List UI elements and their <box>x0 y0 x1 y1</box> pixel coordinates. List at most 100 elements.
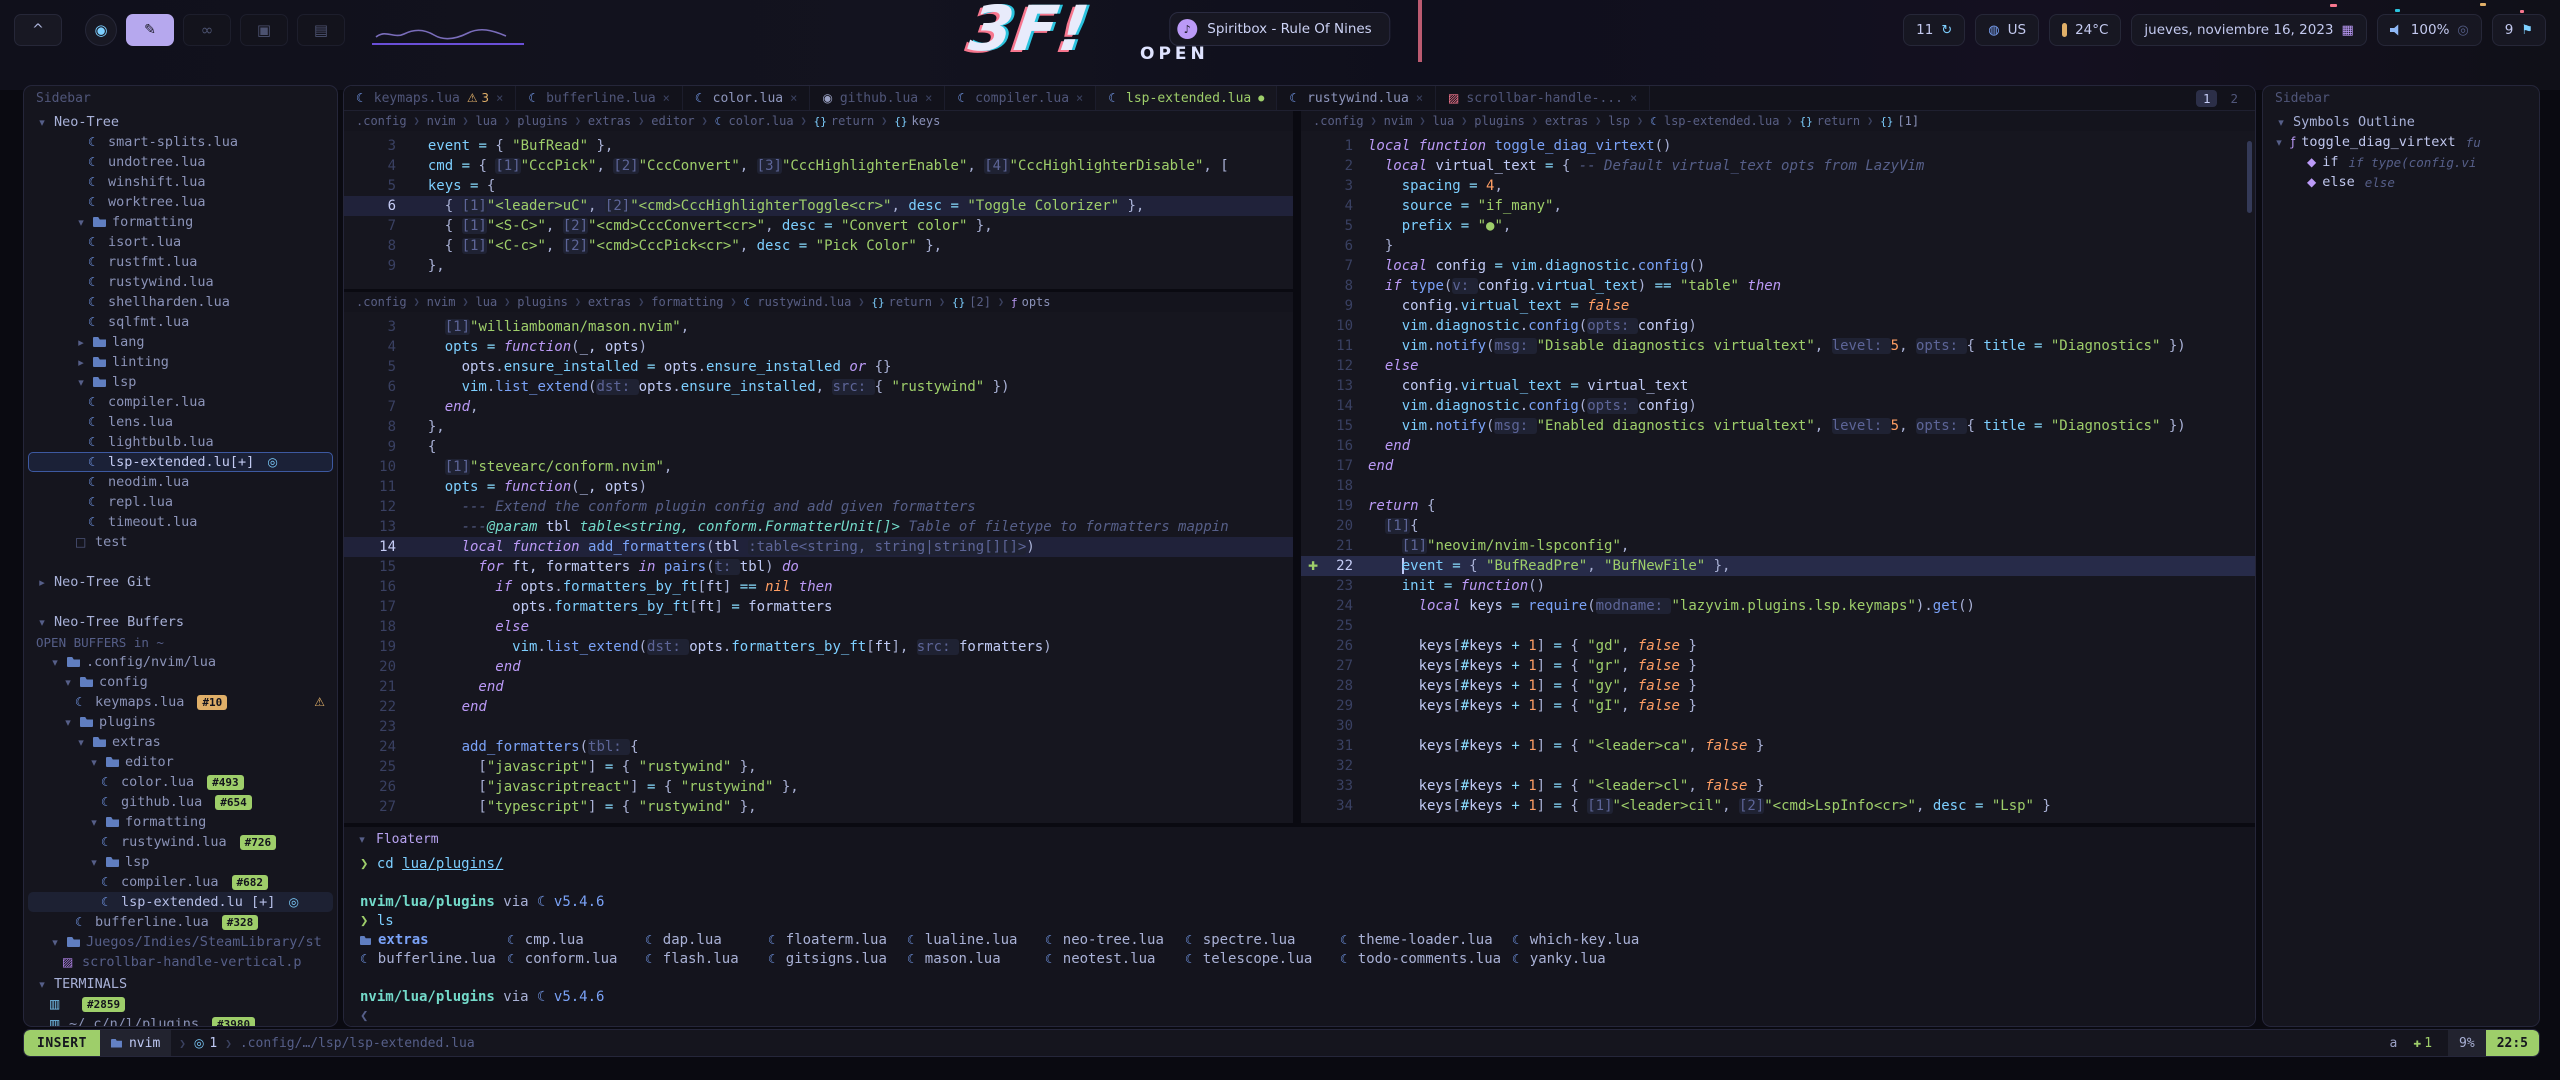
tree-folder-formatting[interactable]: ▾formatting <box>28 812 333 832</box>
sidebar-section-neo-tree-git[interactable]: ▸Neo-Tree Git <box>28 572 333 592</box>
code-line-16[interactable]: 16 if opts.formatters_by_ft[ft] == nil t… <box>344 577 1293 597</box>
breadcrumb-segment[interactable]: plugins <box>517 114 568 128</box>
code-area[interactable]: 1local function toggle_diag_virtext()2 l… <box>1301 131 2255 823</box>
tree-file-lsp-extended-lu-[interactable]: ☾lsp-extended.lu[+]◎ <box>28 452 333 472</box>
tree-file-sqlfmt-lua[interactable]: ☾sqlfmt.lua <box>28 312 333 332</box>
file-button[interactable]: ▤ <box>297 14 345 46</box>
breadcrumb-segment[interactable]: lua <box>1433 114 1455 128</box>
breadcrumb-segment[interactable]: {}return <box>1799 114 1860 128</box>
tree-file-lsp-extended-lu-[interactable]: ☾lsp-extended.lu [+]◎ <box>28 892 333 912</box>
breadcrumb-segment[interactable]: {}return <box>814 114 875 128</box>
code-area[interactable]: 3 [1]"williamboman/mason.nvim",4 opts = … <box>344 312 1293 823</box>
tree-folder-lang[interactable]: ▸lang <box>28 332 333 352</box>
breadcrumb-segment[interactable]: lua <box>476 114 498 128</box>
code-line-12[interactable]: 12 --- Extend the conform plugin config … <box>344 497 1293 517</box>
breadcrumb-segment[interactable]: {}[1] <box>1880 114 1919 128</box>
tabpage-2[interactable]: 2 <box>2223 90 2245 107</box>
outline-item-else[interactable]: ◆elseelse <box>2263 172 2539 192</box>
code-line-6[interactable]: 6 { [1]"<leader>uC", [2]"<cmd>CccHighlig… <box>344 196 1293 216</box>
window-separator[interactable] <box>1293 111 1301 823</box>
breadcrumb-segment[interactable]: .config <box>356 295 407 309</box>
tree-file-compiler-lua[interactable]: ☾compiler.lua <box>28 392 333 412</box>
os-logo-button[interactable]: ◉ <box>85 14 117 46</box>
code-line-25[interactable]: 25 <box>1301 616 2255 636</box>
tree-folder-extras[interactable]: ▾extras <box>28 732 333 752</box>
code-line-26[interactable]: 26 ["javascriptreact"] = { "rustywind" }… <box>344 777 1293 797</box>
breadcrumb-segment[interactable]: lua <box>476 295 498 309</box>
code-line-25[interactable]: 25 ["javascript"] = { "rustywind" }, <box>344 757 1293 777</box>
sidebar-section-neo-tree[interactable]: ▾Neo-Tree <box>28 112 333 132</box>
code-line-4[interactable]: 4 cmd = { [1]"CccPick", [2]"CccConvert",… <box>344 156 1293 176</box>
launcher-button[interactable]: ^ <box>14 14 62 46</box>
keyboard-layout-widget[interactable]: ◍ US <box>1975 14 2039 46</box>
code-line-6[interactable]: 6 } <box>1301 236 2255 256</box>
symbols-outline-header[interactable]: ▾ Symbols Outline <box>2267 112 2535 132</box>
close-icon[interactable]: × <box>1076 91 1083 105</box>
edit-button[interactable]: ✎ <box>126 14 174 46</box>
tree-folder--config-nvim-lua[interactable]: ▾.config/nvim/lua <box>28 652 333 672</box>
tab-color-lua[interactable]: ☾color.lua× <box>683 86 810 110</box>
volume-widget[interactable]: 100% ◎ <box>2377 14 2482 46</box>
outline-item-toggle-diag-virtext[interactable]: ▾ƒtoggle_diag_virtextfu <box>2263 132 2539 152</box>
breadcrumb-segment[interactable]: ☾rustywind.lua <box>744 295 852 309</box>
code-line-3[interactable]: 3 event = { "BufRead" }, <box>344 136 1293 156</box>
terminal-output[interactable]: ❯ cd lua/plugins/nvim/lua/plugins via ☾ … <box>344 851 2255 1026</box>
code-line-6[interactable]: 6 vim.list_extend(dst: opts.ensure_insta… <box>344 377 1293 397</box>
tree-file-github-lua[interactable]: ☾github.lua#654 <box>28 792 333 812</box>
tab-github-lua[interactable]: ◉github.lua× <box>810 86 945 110</box>
tree-folder-formatting[interactable]: ▾formatting <box>28 212 333 232</box>
tree-file-worktree-lua[interactable]: ☾worktree.lua <box>28 192 333 212</box>
breadcrumb-segment[interactable]: plugins <box>1474 114 1525 128</box>
code-line-28[interactable]: 28 keys[#keys + 1] = { "gy", false } <box>1301 676 2255 696</box>
tree-file--c-n-l-plugins[interactable]: ▥~/.c/n/l/plugins#3980 <box>28 1014 333 1026</box>
tree-file-lightbulb-lua[interactable]: ☾lightbulb.lua <box>28 432 333 452</box>
close-icon[interactable]: × <box>1630 91 1637 105</box>
tree-folder-juegos-indies-steamlibrary-st[interactable]: ▾Juegos/Indies/SteamLibrary/st <box>28 932 333 952</box>
breadcrumb-segment[interactable]: extras <box>588 114 631 128</box>
tree-file-rustywind-lua[interactable]: ☾rustywind.lua#726 <box>28 832 333 852</box>
code-line-33[interactable]: 33 keys[#keys + 1] = { "<leader>cl", fal… <box>1301 776 2255 796</box>
tree-file-undotree-lua[interactable]: ☾undotree.lua <box>28 152 333 172</box>
code-line-17[interactable]: 17end <box>1301 456 2255 476</box>
tree-folder-editor[interactable]: ▾editor <box>28 752 333 772</box>
breadcrumb-segment[interactable]: {}keys <box>894 114 940 128</box>
breadcrumb-segment[interactable]: extras <box>588 295 631 309</box>
marker-segment[interactable]: ◎ 1 <box>194 1036 217 1051</box>
code-line-3[interactable]: 3 [1]"williamboman/mason.nvim", <box>344 317 1293 337</box>
tree-file-color-lua[interactable]: ☾color.lua#493 <box>28 772 333 792</box>
date-widget[interactable]: jueves, noviembre 16, 2023 ▦ <box>2131 14 2366 46</box>
breadcrumb-segment[interactable]: editor <box>651 114 694 128</box>
scrollbar[interactable] <box>2247 141 2252 213</box>
tree-file-repl-lua[interactable]: ☾repl.lua <box>28 492 333 512</box>
tree-file-scrollbar-handle-vertical-p[interactable]: ▨scrollbar-handle-vertical.p <box>28 952 333 972</box>
code-line-7[interactable]: 7 local config = vim.diagnostic.config() <box>1301 256 2255 276</box>
tree-file-timeout-lua[interactable]: ☾timeout.lua <box>28 512 333 532</box>
tree-file-compiler-lua[interactable]: ☾compiler.lua#682 <box>28 872 333 892</box>
code-line-17[interactable]: 17 opts.formatters_by_ft[ft] = formatter… <box>344 597 1293 617</box>
code-line-15[interactable]: 15 vim.notify(msg: "Enabled diagnostics … <box>1301 416 2255 436</box>
updates-widget[interactable]: 11 ↻ <box>1903 14 1965 46</box>
tab-scrollbar-handle-[interactable]: ▨scrollbar-handle-...× <box>1436 86 1650 110</box>
code-line-34[interactable]: 34 keys[#keys + 1] = { [1]"<leader>cil",… <box>1301 796 2255 816</box>
tree-file-test[interactable]: □test <box>28 532 333 552</box>
code-line-11[interactable]: 11 opts = function(_, opts) <box>344 477 1293 497</box>
window-title-widget[interactable] <box>372 15 524 45</box>
code-line-29[interactable]: 29 keys[#keys + 1] = { "gI", false } <box>1301 696 2255 716</box>
breadcrumb-segment[interactable]: ƒopts <box>1011 295 1051 309</box>
tab-lsp-extended-lua[interactable]: ☾lsp-extended.lua● <box>1096 86 1277 110</box>
tree-folder-linting[interactable]: ▸linting <box>28 352 333 372</box>
code-line-8[interactable]: 8 }, <box>344 417 1293 437</box>
code-line-12[interactable]: 12 else <box>1301 356 2255 376</box>
code-line-23[interactable]: 23 init = function() <box>1301 576 2255 596</box>
close-icon[interactable]: × <box>925 91 932 105</box>
code-line-9[interactable]: 9 config.virtual_text = false <box>1301 296 2255 316</box>
code-line-5[interactable]: 5 keys = { <box>344 176 1293 196</box>
code-line-5[interactable]: 5 prefix = "●", <box>1301 216 2255 236</box>
tree-file-bufferline-lua[interactable]: ☾bufferline.lua#328 <box>28 912 333 932</box>
code-line-31[interactable]: 31 keys[#keys + 1] = { "<leader>ca", fal… <box>1301 736 2255 756</box>
tree-file-smart-splits-lua[interactable]: ☾smart-splits.lua <box>28 132 333 152</box>
code-line-19[interactable]: 19return { <box>1301 496 2255 516</box>
breadcrumb-segment[interactable]: extras <box>1545 114 1588 128</box>
notifications-widget[interactable]: 9 ⚑ <box>2492 14 2546 46</box>
breadcrumb-segment[interactable]: formatting <box>651 295 723 309</box>
